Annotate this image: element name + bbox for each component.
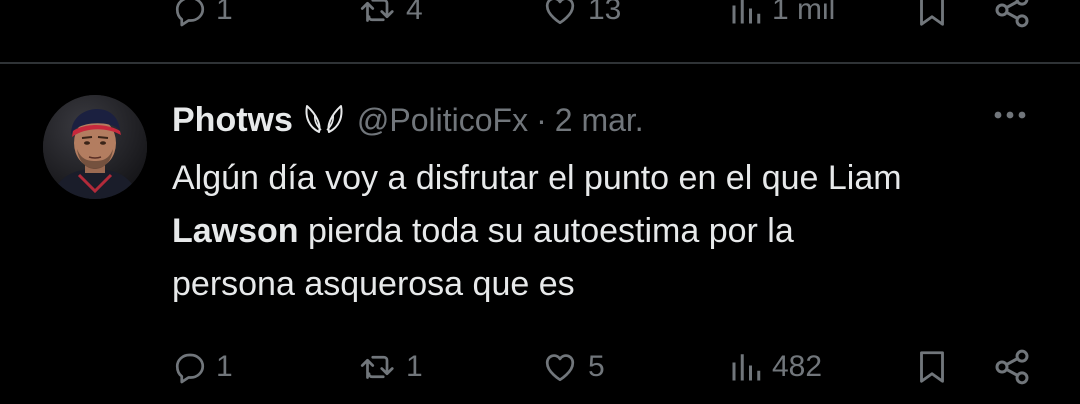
like-button[interactable]: 5 xyxy=(540,349,605,385)
tweet-divider xyxy=(0,62,1080,64)
view-count: 1 mil xyxy=(772,0,836,26)
views-icon xyxy=(732,0,761,24)
bookmark-button[interactable] xyxy=(914,348,950,386)
share-icon xyxy=(995,349,1029,385)
tweet-date[interactable]: 2 mar. xyxy=(555,102,644,139)
reply-count: 1 xyxy=(216,350,233,383)
avatar[interactable] xyxy=(43,95,147,199)
view-count: 482 xyxy=(772,350,823,383)
heart-icon xyxy=(545,354,575,382)
bookmark-icon xyxy=(920,0,944,26)
repost-icon xyxy=(360,355,394,379)
like-count: 13 xyxy=(588,0,622,26)
repost-count: 4 xyxy=(406,0,423,26)
like-count: 5 xyxy=(588,350,605,383)
tweet-header: Photws @PoliticoFx · 2 mar. xyxy=(172,96,644,144)
repost-button[interactable]: 1 xyxy=(358,349,423,385)
heart-icon xyxy=(545,0,575,25)
reply-icon xyxy=(175,0,205,27)
reply-button[interactable]: 1 xyxy=(172,0,233,28)
tweet-text-line-2: Lawson pierda toda su autoestima por la xyxy=(172,205,1052,258)
separator: · xyxy=(536,101,547,138)
bookmark-icon xyxy=(920,351,944,383)
tweet-text-line-2-rest: pierda toda su autoestima por la xyxy=(298,212,794,250)
share-button[interactable] xyxy=(992,347,1032,387)
reply-count: 1 xyxy=(216,0,233,26)
like-button[interactable]: 13 xyxy=(540,0,621,28)
handle[interactable]: @PoliticoFx xyxy=(357,102,528,139)
tweet-text-line-3: persona asquerosa que es xyxy=(172,265,575,303)
previous-tweet-actions: 1 4 13 1 mil xyxy=(172,0,1042,32)
mention-bold: Lawson xyxy=(172,212,299,250)
repost-button[interactable]: 4 xyxy=(358,0,423,28)
more-icon xyxy=(994,111,1026,119)
repost-count: 1 xyxy=(406,350,423,383)
views-button[interactable]: 1 mil xyxy=(728,0,835,28)
reply-button[interactable]: 1 xyxy=(172,349,233,385)
tweet-actions: 1 1 5 482 xyxy=(172,345,1042,389)
bookmark-button[interactable] xyxy=(914,0,950,29)
reply-icon xyxy=(175,353,205,384)
views-button[interactable]: 482 xyxy=(728,349,822,385)
views-icon xyxy=(732,354,761,381)
more-button[interactable] xyxy=(990,108,1030,122)
share-button[interactable] xyxy=(992,0,1032,30)
share-icon xyxy=(995,0,1029,28)
repost-icon xyxy=(360,0,394,22)
tweet-text: Algún día voy a disfrutar el punto en el… xyxy=(172,152,1052,311)
tweet-text-line-1: Algún día voy a disfrutar el punto en el… xyxy=(172,159,902,197)
wings-icon xyxy=(303,103,345,137)
display-name[interactable]: Photws xyxy=(172,101,293,140)
